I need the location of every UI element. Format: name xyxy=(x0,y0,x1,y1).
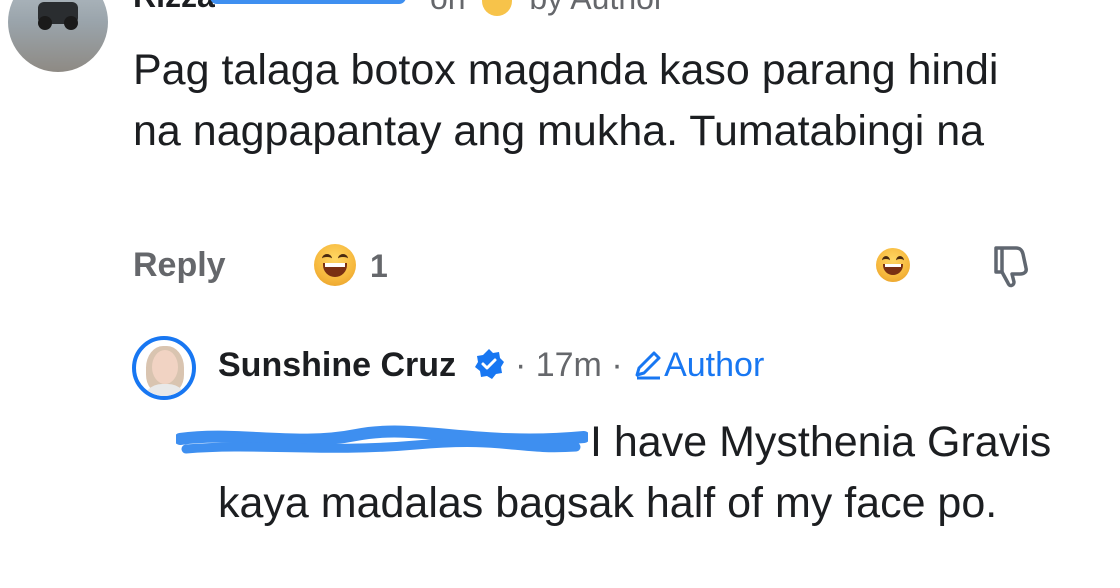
redaction-scribble xyxy=(210,0,406,4)
reply-author-name[interactable]: Sunshine Cruz xyxy=(218,346,456,384)
comment-meta: on by Author xyxy=(430,0,665,17)
laughing-emoji-icon[interactable] xyxy=(876,248,910,282)
commenter-name[interactable]: Rizza xyxy=(133,0,215,15)
reply-separator: · xyxy=(514,346,536,384)
thumbs-down-icon[interactable] xyxy=(990,244,1030,288)
author-badge: Author xyxy=(664,346,765,384)
reply-avatar[interactable] xyxy=(132,336,196,400)
verified-badge-icon xyxy=(475,349,505,379)
pencil-icon xyxy=(635,351,661,380)
reply-separator: · xyxy=(611,346,633,384)
commenter-avatar[interactable] xyxy=(8,0,108,72)
reply-button[interactable]: Reply xyxy=(133,246,226,285)
reply-header: Sunshine Cruz · 17m · Author xyxy=(218,346,764,385)
reaction-emoji-icon xyxy=(482,0,513,16)
reaction-count[interactable]: 1 xyxy=(370,248,388,285)
reply-time[interactable]: 17m xyxy=(536,346,602,384)
meta-suffix: by Author xyxy=(529,0,664,16)
meta-prefix: on xyxy=(430,0,466,16)
reply-text: I have Mysthenia Gravis kaya madalas bag… xyxy=(218,418,1052,527)
laughing-emoji-icon[interactable] xyxy=(314,244,356,286)
comment-text: Pag talaga botox maganda kaso parang hin… xyxy=(133,46,999,155)
